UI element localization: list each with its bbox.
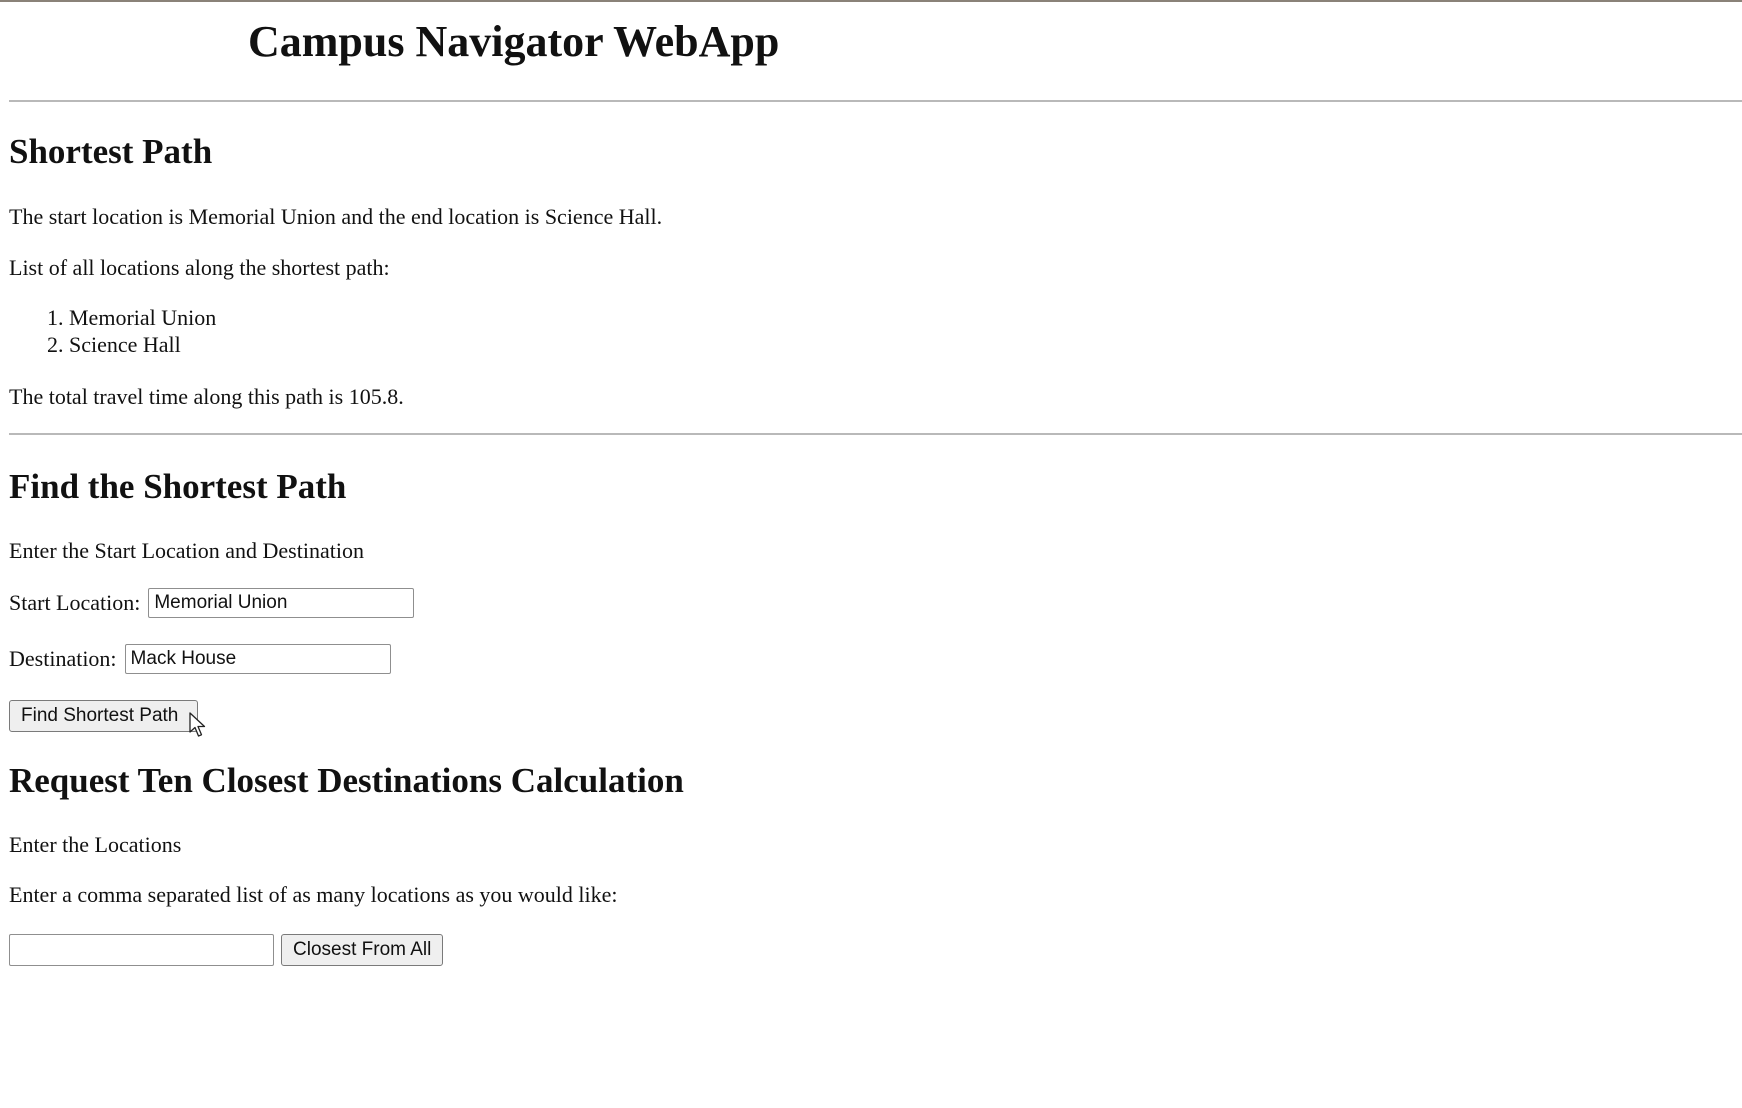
destination-row: Destination:	[9, 644, 391, 674]
path-location-item: Science Hall	[69, 331, 216, 358]
route-summary: The start location is Memorial Union and…	[9, 204, 663, 229]
start-location-row: Start Location:	[9, 588, 415, 618]
divider-middle	[9, 433, 1742, 435]
find-shortest-path-button[interactable]: Find Shortest Path	[9, 700, 198, 732]
find-path-instructions: Enter the Start Location and Destination	[9, 538, 364, 563]
shortest-path-heading: Shortest Path	[9, 132, 213, 171]
path-location-list: Memorial Union Science Hall	[9, 304, 216, 358]
start-location-input[interactable]	[148, 588, 415, 618]
closest-from-all-button[interactable]: Closest From All	[281, 934, 444, 966]
path-list-caption: List of all locations along the shortest…	[9, 255, 390, 280]
closest-prompt: Enter a comma separated list of as many …	[9, 882, 618, 907]
closest-instructions: Enter the Locations	[9, 832, 182, 857]
path-location-item: Memorial Union	[69, 304, 216, 331]
app-title: Campus Navigator WebApp	[248, 17, 780, 66]
divider-top	[9, 100, 1742, 102]
mouse-pointer-icon	[189, 712, 206, 737]
closest-destinations-heading: Request Ten Closest Destinations Calcula…	[9, 761, 684, 800]
locations-list-input[interactable]	[9, 934, 274, 966]
destination-label: Destination:	[9, 646, 117, 671]
destination-input[interactable]	[124, 644, 391, 674]
start-location-label: Start Location:	[9, 590, 141, 615]
find-path-heading: Find the Shortest Path	[9, 467, 347, 506]
total-travel-time: The total travel time along this path is…	[9, 384, 404, 409]
window-top-border	[0, 0, 1742, 2]
